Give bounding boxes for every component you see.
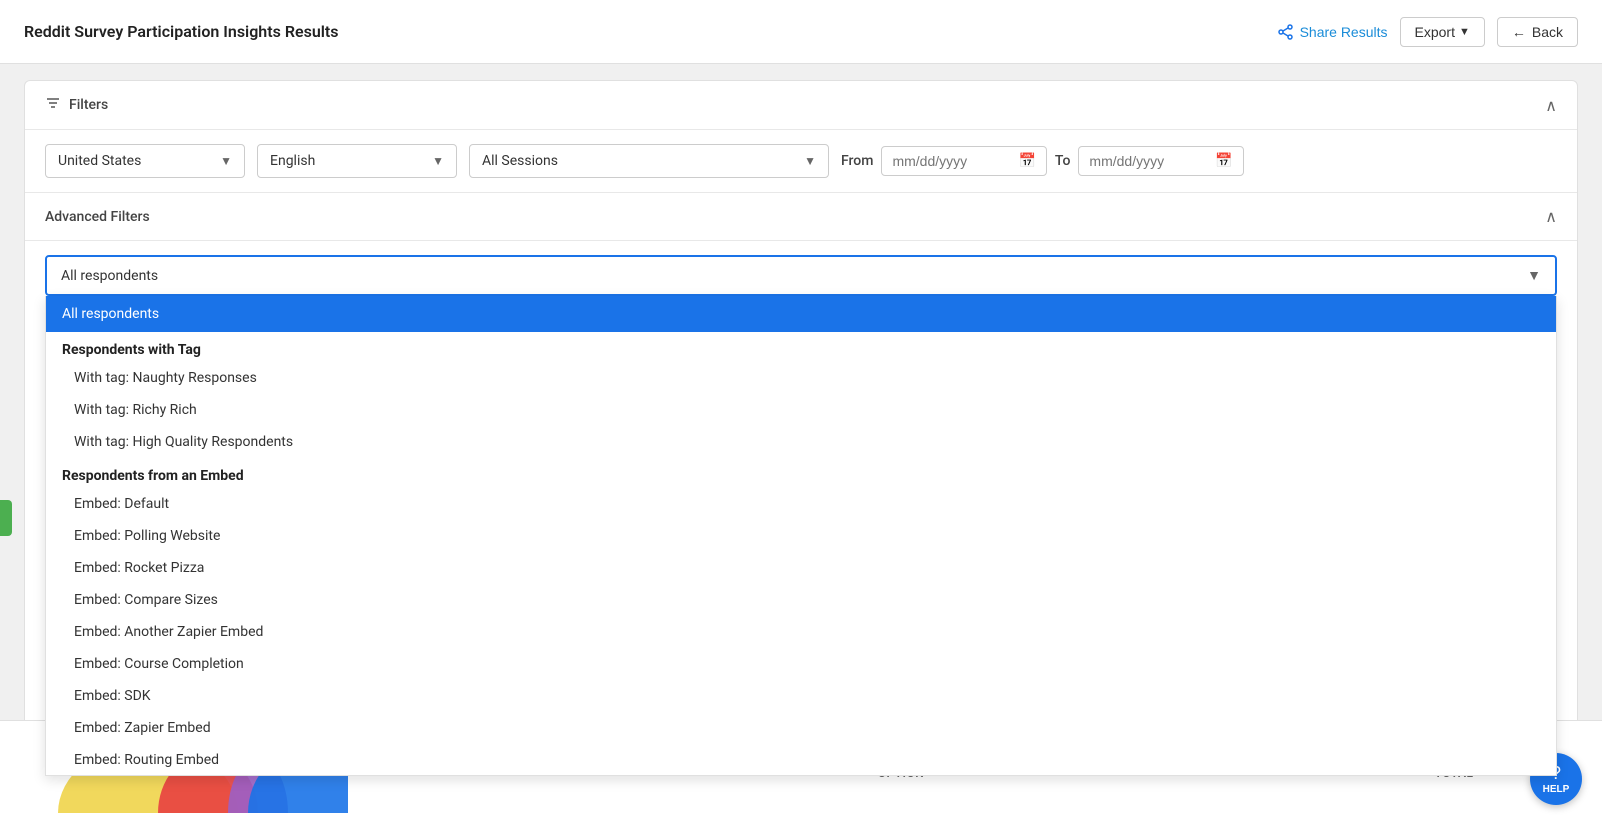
back-arrow-icon: ←: [1512, 24, 1526, 40]
sessions-filter-value: All Sessions: [482, 153, 796, 169]
advanced-filters-header: Advanced Filters ∧: [25, 193, 1577, 241]
date-to-input-wrapper: 📅: [1078, 146, 1243, 176]
page-wrapper: Reddit Survey Participation Insights Res…: [0, 0, 1602, 825]
dropdown-item-embed-default[interactable]: Embed: Default: [46, 488, 1556, 520]
filters-panel: Filters ∧ United States ▼ English ▼ All …: [24, 80, 1578, 777]
advanced-filters-label: Advanced Filters: [45, 209, 150, 225]
dropdown-group-respondents-with-tag: Respondents with Tag: [46, 332, 1556, 362]
green-indicator: [0, 500, 12, 536]
page-title: Reddit Survey Participation Insights Res…: [24, 22, 339, 41]
share-results-label: Share Results: [1300, 24, 1388, 40]
export-label: Export: [1415, 24, 1455, 40]
dropdown-item-embed-zapier[interactable]: Embed: Another Zapier Embed: [46, 616, 1556, 648]
country-chevron-icon: ▼: [220, 154, 232, 168]
share-results-button[interactable]: Share Results: [1278, 24, 1388, 40]
sessions-chevron-icon: ▼: [804, 154, 816, 168]
header-actions: Share Results Export ▼ ← Back: [1278, 17, 1578, 47]
dropdown-item-embed-rocket-pizza[interactable]: Embed: Rocket Pizza: [46, 552, 1556, 584]
dropdown-item-embed-zapier2[interactable]: Embed: Zapier Embed: [46, 712, 1556, 744]
dropdown-item-embed-course[interactable]: Embed: Course Completion: [46, 648, 1556, 680]
export-button[interactable]: Export ▼: [1400, 17, 1485, 47]
advanced-filters-collapse-icon[interactable]: ∧: [1545, 207, 1557, 226]
back-label: Back: [1532, 24, 1563, 40]
country-filter[interactable]: United States ▼: [45, 144, 245, 178]
filters-row: United States ▼ English ▼ All Sessions ▼…: [25, 130, 1577, 193]
filters-header-left: Filters: [45, 95, 108, 115]
date-to-label: To: [1055, 153, 1071, 169]
date-from-input[interactable]: [892, 153, 1012, 169]
date-group: From 📅 To 📅: [841, 146, 1557, 176]
filters-collapse-icon[interactable]: ∧: [1545, 96, 1557, 115]
export-chevron-icon: ▼: [1459, 26, 1470, 38]
language-filter[interactable]: English ▼: [257, 144, 457, 178]
calendar-from-icon: 📅: [1018, 153, 1035, 169]
dropdown-item-embed-compare-sizes[interactable]: Embed: Compare Sizes: [46, 584, 1556, 616]
header: Reddit Survey Participation Insights Res…: [0, 0, 1602, 64]
date-from-input-wrapper: 📅: [881, 146, 1046, 176]
advanced-filter-select-wrapper: All respondents ▼: [25, 241, 1577, 296]
language-chevron-icon: ▼: [432, 154, 444, 168]
country-filter-value: United States: [58, 153, 212, 169]
help-label: HELP: [1543, 784, 1570, 795]
date-to-input[interactable]: [1089, 153, 1209, 169]
main-content: Filters ∧ United States ▼ English ▼ All …: [0, 64, 1602, 805]
dropdown-item-embed-routing[interactable]: Embed: Routing Embed: [46, 744, 1556, 776]
advanced-filter-chevron-icon: ▼: [1527, 267, 1541, 284]
back-button[interactable]: ← Back: [1497, 17, 1578, 47]
advanced-filter-select[interactable]: All respondents ▼: [45, 255, 1557, 296]
advanced-filter-value: All respondents: [61, 268, 1527, 284]
filters-header: Filters ∧: [25, 81, 1577, 130]
date-from-label: From: [841, 153, 873, 169]
dropdown-item-tag-high-quality[interactable]: With tag: High Quality Respondents: [46, 426, 1556, 458]
sessions-filter[interactable]: All Sessions ▼: [469, 144, 829, 178]
calendar-to-icon: 📅: [1215, 153, 1232, 169]
share-icon: [1278, 24, 1294, 40]
dropdown-item-embed-polling[interactable]: Embed: Polling Website: [46, 520, 1556, 552]
language-filter-value: English: [270, 153, 424, 169]
dropdown-item-tag-richy[interactable]: With tag: Richy Rich: [46, 394, 1556, 426]
dropdown-item-tag-naughty[interactable]: With tag: Naughty Responses: [46, 362, 1556, 394]
dropdown-group-respondents-from-embed: Respondents from an Embed: [46, 458, 1556, 488]
filter-icon: [45, 95, 61, 115]
advanced-filter-dropdown[interactable]: All respondents Respondents with Tag Wit…: [45, 296, 1557, 776]
dropdown-item-embed-sdk[interactable]: Embed: SDK: [46, 680, 1556, 712]
filters-label: Filters: [69, 97, 108, 113]
dropdown-item-all-respondents[interactable]: All respondents: [46, 296, 1556, 332]
